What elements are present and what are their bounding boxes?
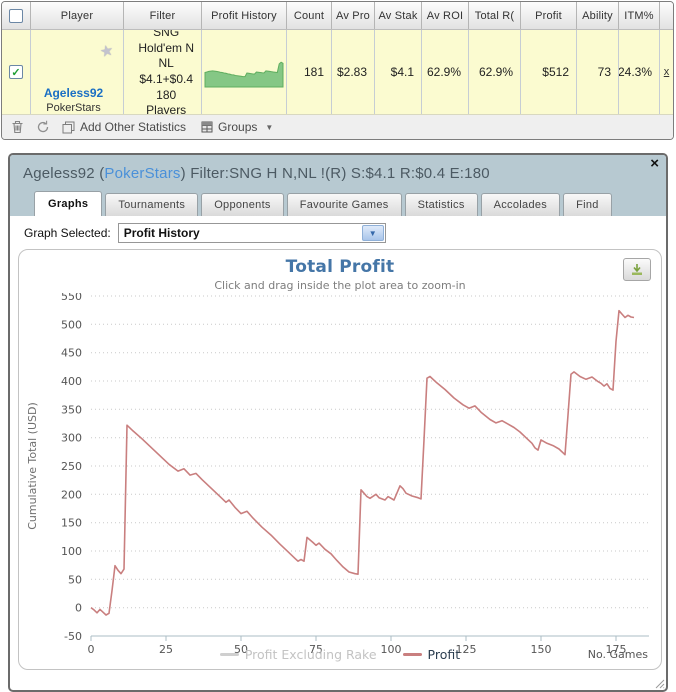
col-itm: ITM% bbox=[619, 2, 660, 29]
col-profit: Profit bbox=[521, 2, 577, 29]
stats-table-header: Player Filter Profit History Count Av Pr… bbox=[2, 2, 673, 30]
svg-text:-50: -50 bbox=[64, 630, 82, 643]
profit-sparkline bbox=[204, 61, 284, 88]
row-checkbox[interactable]: ✓ bbox=[9, 65, 23, 79]
legend-swatch-gray bbox=[219, 653, 239, 656]
tab-graphs[interactable]: Graphs bbox=[34, 191, 103, 216]
remove-row-link[interactable]: x bbox=[664, 66, 670, 78]
svg-text:550: 550 bbox=[61, 293, 82, 303]
popup-title: Ageless92 (PokerStars) Filter:SNG H N,NL… bbox=[23, 165, 654, 182]
download-icon bbox=[632, 264, 642, 275]
col-total-roi: Total R( bbox=[469, 2, 521, 29]
title-site-link[interactable]: PokerStars bbox=[104, 165, 180, 182]
svg-text:0: 0 bbox=[75, 602, 82, 615]
total-roi-cell: 62.9% bbox=[469, 30, 521, 114]
title-player: Ageless92 ( bbox=[23, 165, 105, 182]
legend-profit-excluding-rake[interactable]: Profit Excluding Rake bbox=[219, 647, 377, 662]
player-cell[interactable]: ★ Ageless92 PokerStars bbox=[31, 30, 124, 114]
windows-icon bbox=[62, 121, 75, 134]
select-dropdown-icon[interactable]: ▼ bbox=[361, 225, 384, 241]
tab-accolades[interactable]: Accolades bbox=[480, 193, 561, 216]
download-button[interactable] bbox=[623, 258, 651, 281]
remove-cell: x bbox=[660, 30, 673, 114]
av-profit-cell: $2.83 bbox=[332, 30, 375, 114]
select-all-cell bbox=[2, 2, 31, 29]
trash-icon[interactable] bbox=[11, 120, 24, 134]
graph-select[interactable]: Profit History ▼ bbox=[117, 223, 386, 243]
col-profit-history: Profit History bbox=[202, 2, 287, 29]
chart-legend: Profit Excluding Rake Profit bbox=[19, 647, 661, 662]
legend-label-profit-excluding-rake: Profit Excluding Rake bbox=[244, 647, 377, 662]
profit-cell: $512 bbox=[521, 30, 577, 114]
tab-favourite-games[interactable]: Favourite Games bbox=[286, 193, 402, 216]
col-av-roi: Av ROI bbox=[422, 2, 469, 29]
tab-statistics[interactable]: Statistics bbox=[404, 193, 478, 216]
legend-swatch-red bbox=[402, 653, 422, 656]
groups-button[interactable]: Groups ▼ bbox=[201, 120, 273, 134]
svg-text:150: 150 bbox=[61, 517, 82, 530]
col-count: Count bbox=[287, 2, 332, 29]
svg-text:50: 50 bbox=[68, 573, 82, 586]
av-roi-cell: 62.9% bbox=[422, 30, 469, 114]
graph-selector-row: Graph Selected: Profit History ▼ bbox=[10, 216, 666, 248]
col-actions bbox=[660, 2, 673, 29]
svg-text:400: 400 bbox=[61, 375, 82, 388]
refresh-icon[interactable] bbox=[36, 120, 50, 134]
legend-profit[interactable]: Profit bbox=[402, 647, 461, 662]
svg-text:300: 300 bbox=[61, 432, 82, 445]
check-icon: ✓ bbox=[11, 66, 21, 79]
player-name[interactable]: Ageless92 bbox=[44, 86, 103, 100]
svg-text:350: 350 bbox=[61, 403, 82, 416]
legend-label-profit: Profit bbox=[427, 647, 461, 662]
groups-label: Groups bbox=[218, 120, 258, 134]
add-other-statistics-label: Add Other Statistics bbox=[80, 120, 187, 134]
popup-header: × Ageless92 (PokerStars) Filter:SNG H N,… bbox=[10, 155, 666, 216]
sparkline-cell bbox=[202, 30, 287, 114]
player-site: PokerStars bbox=[46, 102, 101, 114]
chevron-down-icon: ▼ bbox=[265, 122, 274, 132]
star-icon[interactable]: ★ bbox=[98, 41, 115, 61]
svg-text:500: 500 bbox=[61, 318, 82, 331]
add-other-statistics-button[interactable]: Add Other Statistics bbox=[62, 120, 186, 134]
title-filter-summary: ) Filter:SNG H N,NL !(R) S:$4.1 R:$0.4 E… bbox=[180, 165, 490, 182]
tab-tournaments[interactable]: Tournaments bbox=[105, 193, 199, 216]
chart-subtitle: Click and drag inside the plot area to z… bbox=[214, 279, 466, 292]
player-stats-panel: Player Filter Profit History Count Av Pr… bbox=[1, 1, 674, 140]
graph-select-value: Profit History bbox=[123, 226, 200, 240]
grid-icon bbox=[201, 121, 213, 133]
tab-strip: Graphs Tournaments Opponents Favourite G… bbox=[23, 182, 654, 216]
chart-panel: Total Profit Click and drag inside the p… bbox=[18, 249, 662, 670]
resize-grip[interactable] bbox=[655, 679, 665, 689]
profit-chart[interactable]: -500501001502002503003504004505005500 25 5… bbox=[21, 293, 667, 659]
close-icon[interactable]: × bbox=[650, 156, 659, 171]
graph-selected-label: Graph Selected: bbox=[24, 226, 111, 240]
col-player: Player bbox=[31, 2, 124, 29]
col-ability: Ability bbox=[577, 2, 619, 29]
filter-cell: SNG Hold'em N NL $4.1+$0.4 180 Players bbox=[124, 30, 202, 114]
ability-cell: 73 bbox=[577, 30, 619, 114]
x-axis-title: No. Games bbox=[587, 648, 648, 661]
col-av-pro: Av Pro bbox=[332, 2, 375, 29]
itm-cell: 24.3% bbox=[619, 30, 660, 114]
chart-title: Total Profit bbox=[285, 257, 395, 277]
col-av-stak: Av Stak bbox=[375, 2, 422, 29]
av-stake-cell: $4.1 bbox=[375, 30, 422, 114]
svg-text:Cumulative Total (USD): Cumulative Total (USD) bbox=[26, 402, 39, 530]
svg-text:450: 450 bbox=[61, 347, 82, 360]
stats-toolbar: Add Other Statistics Groups ▼ bbox=[2, 115, 673, 139]
table-row: ✓ ★ Ageless92 PokerStars SNG Hold'em N N… bbox=[2, 30, 673, 115]
select-all-checkbox[interactable] bbox=[9, 8, 23, 23]
player-detail-window: × Ageless92 (PokerStars) Filter:SNG H N,… bbox=[8, 153, 668, 692]
row-select-cell: ✓ bbox=[2, 30, 31, 114]
count-cell: 181 bbox=[287, 30, 332, 114]
col-filter: Filter bbox=[124, 2, 202, 29]
svg-text:250: 250 bbox=[61, 460, 82, 473]
svg-text:100: 100 bbox=[61, 545, 82, 558]
svg-text:200: 200 bbox=[61, 488, 82, 501]
tab-find[interactable]: Find bbox=[563, 193, 612, 216]
tab-opponents[interactable]: Opponents bbox=[201, 193, 284, 216]
